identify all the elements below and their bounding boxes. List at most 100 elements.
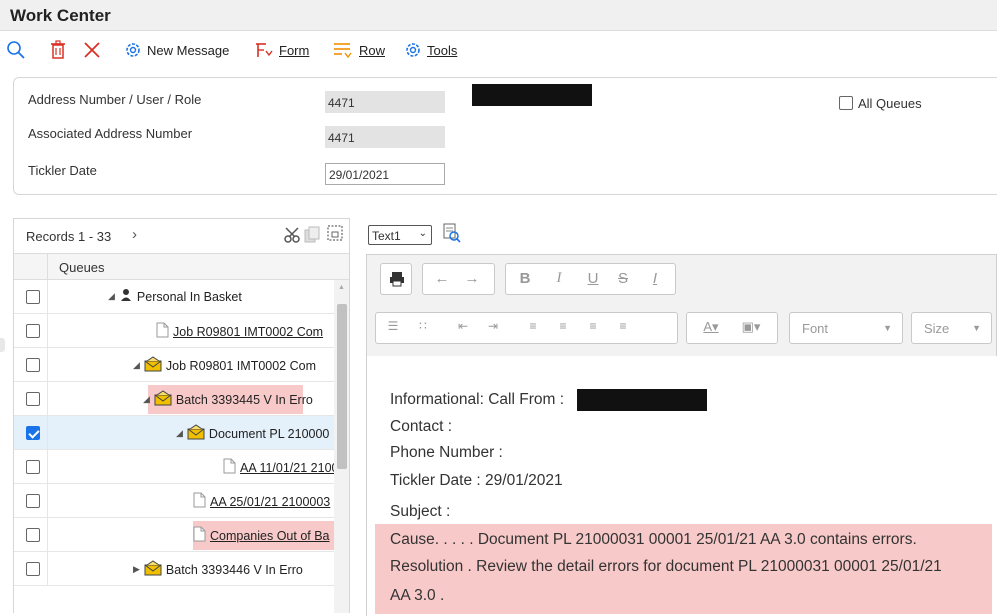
next-page-chevron-icon[interactable]: ›: [132, 226, 137, 243]
align-right-icon[interactable]: ≡: [582, 319, 604, 333]
queue-cell[interactable]: AA 11/01/21 2100: [47, 450, 334, 483]
bullet-list-icon[interactable]: ∷: [412, 319, 434, 333]
justify-icon[interactable]: ≡: [612, 319, 634, 333]
italic-icon[interactable]: I: [548, 270, 570, 287]
print-button[interactable]: [380, 263, 412, 295]
redo-icon[interactable]: →: [461, 270, 483, 287]
queue-label[interactable]: AA 25/01/21 2100003: [210, 495, 330, 509]
outdent-icon[interactable]: ⇤: [452, 319, 474, 333]
cancel-button[interactable]: [83, 39, 101, 61]
align-center-icon[interactable]: ≡: [552, 319, 574, 333]
grid-scrollbar[interactable]: ▲: [334, 280, 349, 613]
collapse-node-icon[interactable]: ◢: [143, 394, 150, 405]
grid-header: Records 1 - 33 ›: [14, 219, 349, 254]
queue-label[interactable]: Companies Out of Ba: [210, 529, 330, 543]
align-left-icon[interactable]: ≡: [522, 319, 544, 333]
queue-cell[interactable]: ▶ Batch 3393446 V In Erro: [47, 552, 334, 585]
bold-icon[interactable]: B: [514, 270, 536, 287]
row-checkbox[interactable]: [26, 324, 40, 338]
text-select-value: Text1: [372, 229, 401, 243]
table-row[interactable]: ◢ Document PL 210000: [14, 416, 334, 450]
undo-icon[interactable]: ←: [431, 270, 453, 287]
associated-address-label: Associated Address Number: [28, 126, 193, 141]
row-checkbox[interactable]: [26, 528, 40, 542]
address-number-field[interactable]: 4471: [325, 91, 445, 113]
column-divider: [47, 254, 48, 280]
clear-format-icon[interactable]: I: [644, 270, 666, 287]
row-checkbox[interactable]: [26, 426, 40, 440]
doc-icon: [223, 458, 236, 477]
row-menu-button[interactable]: Row: [332, 39, 385, 61]
queue-cell[interactable]: ◢ Personal In Basket: [47, 280, 334, 313]
all-queues-checkbox[interactable]: [839, 96, 853, 110]
tools-menu-button[interactable]: Tools: [404, 39, 457, 61]
table-row[interactable]: ◢ Job R09801 IMT0002 Com: [14, 348, 334, 382]
gear-icon: [126, 43, 140, 57]
queue-label[interactable]: Job R09801 IMT0002 Com: [173, 325, 323, 339]
scroll-up-icon[interactable]: ▲: [338, 284, 345, 291]
collapse-node-icon[interactable]: ◢: [108, 291, 115, 302]
row-checkbox[interactable]: [26, 358, 40, 372]
queues-column-header[interactable]: Queues: [59, 260, 105, 275]
trash-icon: [51, 40, 65, 59]
expand-node-icon[interactable]: ▶: [133, 564, 140, 575]
table-row[interactable]: AA 25/01/21 2100003: [14, 484, 334, 518]
row-checkbox[interactable]: [26, 392, 40, 406]
text-color-icon[interactable]: A▾: [693, 319, 729, 335]
form-menu-button[interactable]: Form: [254, 39, 309, 61]
tickler-date-input[interactable]: 29/01/2021: [325, 163, 445, 185]
size-select[interactable]: Size ▼: [911, 312, 992, 344]
close-icon: [84, 42, 100, 58]
queue-label: Batch 3393445 V In Erro: [175, 392, 313, 407]
queue-cell[interactable]: ◢ Document PL 210000: [47, 416, 334, 449]
search-document-icon[interactable]: [441, 222, 461, 244]
table-row[interactable]: ◢ Personal In Basket: [14, 280, 334, 314]
address-number-label: Address Number / User / Role: [28, 92, 202, 107]
side-collapse-handle[interactable]: [0, 338, 5, 352]
copy-icon[interactable]: [304, 226, 320, 244]
queue-label: Batch 3393446 V In Erro: [165, 562, 303, 577]
queue-cell[interactable]: Companies Out of Ba: [47, 518, 334, 551]
undo-redo-group: ← →: [422, 263, 495, 295]
table-row[interactable]: AA 11/01/21 2100: [14, 450, 334, 484]
background-color-icon[interactable]: ▣▾: [733, 319, 769, 335]
person-icon: [119, 288, 133, 305]
delete-button[interactable]: [50, 39, 66, 61]
font-select[interactable]: Font ▼: [789, 312, 903, 344]
table-row[interactable]: ▶ Batch 3393446 V In Erro: [14, 552, 334, 586]
gear-icon: [406, 43, 420, 57]
queue-cell[interactable]: ◢ Job R09801 IMT0002 Com: [47, 348, 334, 381]
new-message-button[interactable]: New Message: [124, 39, 229, 61]
numbered-list-icon[interactable]: ☰: [382, 319, 404, 333]
title-bar: Work Center: [0, 0, 997, 31]
table-row[interactable]: Job R09801 IMT0002 Com: [14, 314, 334, 348]
records-count: Records 1 - 33: [26, 229, 112, 244]
search-button[interactable]: [6, 39, 26, 61]
row-checkbox[interactable]: [26, 290, 40, 304]
doc-icon: [193, 526, 206, 545]
expand-icon[interactable]: [326, 224, 344, 242]
queue-cell[interactable]: AA 25/01/21 2100003: [47, 484, 334, 517]
queue-label: Personal In Basket: [136, 289, 242, 304]
table-row[interactable]: ◢ Batch 3393445 V In Erro: [14, 382, 334, 416]
row-checkbox[interactable]: [26, 460, 40, 474]
strikethrough-icon[interactable]: S: [612, 270, 634, 287]
print-icon: [390, 272, 404, 287]
row-checkbox[interactable]: [26, 494, 40, 508]
scrollbar-thumb[interactable]: [337, 304, 347, 469]
cut-icon[interactable]: [284, 226, 302, 244]
associated-address-field[interactable]: 4471: [325, 126, 445, 148]
queue-label[interactable]: AA 11/01/21 2100: [240, 461, 334, 475]
cause-line: Cause. . . . . Document PL 21000031 0000…: [390, 531, 917, 548]
envelope-icon: [144, 356, 162, 375]
indent-icon[interactable]: ⇥: [482, 319, 504, 333]
envelope-icon: [154, 390, 172, 409]
text-select-dropdown[interactable]: Text1 ⌄: [368, 225, 432, 245]
collapse-node-icon[interactable]: ◢: [133, 360, 140, 371]
underline-icon[interactable]: U: [582, 270, 604, 287]
collapse-node-icon[interactable]: ◢: [176, 428, 183, 439]
queue-cell[interactable]: Job R09801 IMT0002 Com: [47, 314, 334, 347]
queue-cell[interactable]: ◢ Batch 3393445 V In Erro: [47, 382, 334, 415]
table-row[interactable]: Companies Out of Ba: [14, 518, 334, 552]
row-checkbox[interactable]: [26, 562, 40, 576]
